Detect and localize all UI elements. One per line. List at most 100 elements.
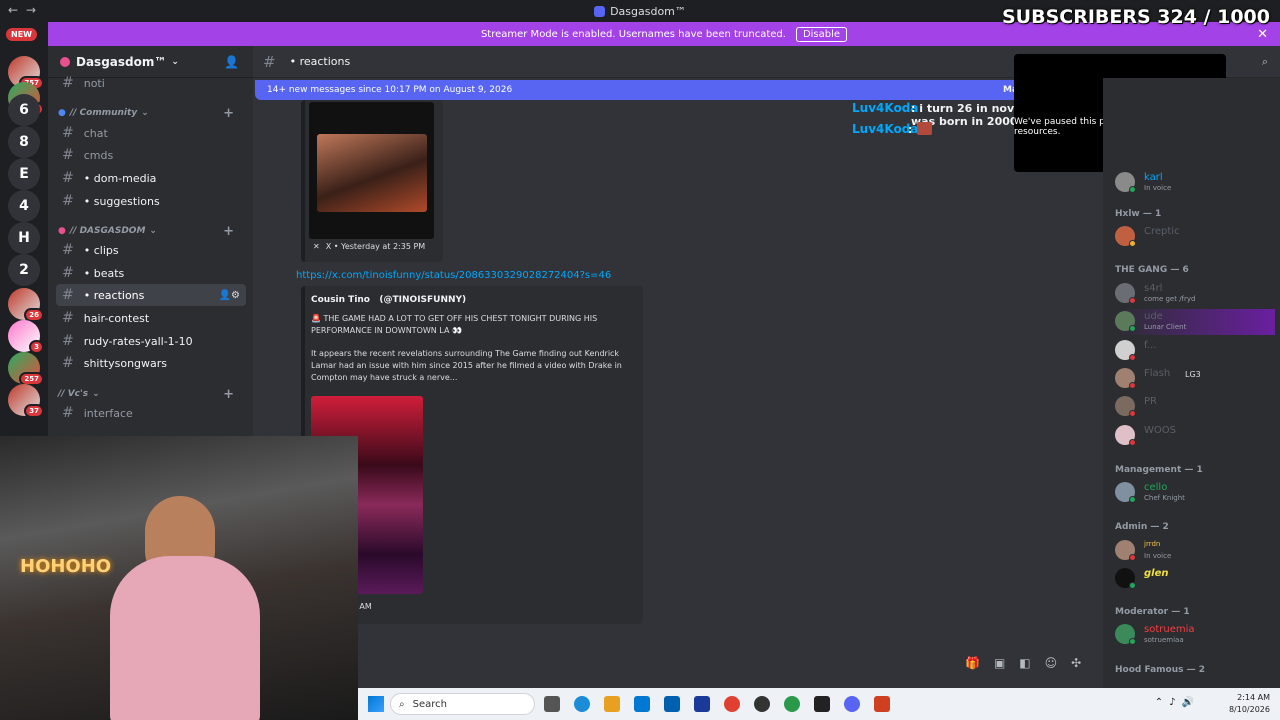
chrome-icon[interactable] [724,696,740,712]
sticker-icon[interactable]: ◧ [1019,656,1030,672]
invite-people-icon[interactable]: 👤 [224,55,239,69]
tweet-image[interactable] [309,102,434,239]
taskbar-search[interactable]: ⌕ Search [390,693,535,715]
ea-icon[interactable] [694,696,710,712]
edge-icon[interactable] [574,696,590,712]
member-item[interactable]: Flash LG3 [1115,366,1275,392]
category-vcs[interactable]: // Vc's ⌄ + [58,386,248,402]
member-item[interactable]: glen [1115,566,1275,592]
neon-sign: HOHOHO [20,556,112,577]
member-item[interactable]: cello Chef Knight [1115,480,1275,506]
terminal-icon[interactable] [814,696,830,712]
tweet-embed: ✕ X • Yesterday at 2:35 PM [301,100,443,262]
server-icon[interactable]: 26 [8,288,44,322]
explorer-icon[interactable] [604,696,620,712]
app-icon[interactable] [874,696,890,712]
category-dasgasdom[interactable]: ●// DASGASDOM ⌄ + [58,223,248,239]
add-channel-icon: + [223,223,234,239]
member-item[interactable]: f... [1115,338,1275,364]
emoji-icon[interactable]: ☺ [1045,656,1058,672]
embed-body: It appears the recent revelations surrou… [311,349,622,382]
apps-icon[interactable]: ✣ [1071,656,1081,672]
member-item[interactable]: ude Lunar Client [1115,309,1275,335]
member-item[interactable]: s4rl come get /fryd [1115,281,1275,307]
discord-app-icon [594,5,606,17]
channel-noti[interactable]: # noti [56,72,246,94]
task-view-icon[interactable] [544,696,560,712]
new-pill[interactable]: NEW [6,28,37,41]
channel-interface[interactable]: # interface [56,402,246,424]
member-item[interactable]: PR [1115,394,1275,420]
tweet-footer: ✕ X • Yesterday at 2:35 PM [313,242,426,251]
server-icon[interactable]: 2 [8,254,40,286]
hashtag-icon: # [62,310,74,326]
streamer-mode-message: Streamer Mode is enabled. Usernames have… [480,28,786,40]
member-item[interactable]: karl In voice [1115,170,1275,196]
add-channel-icon: + [223,105,234,121]
windows-start-icon[interactable] [368,696,384,712]
gift-icon[interactable]: 🎁 [965,656,980,672]
system-tray-icons[interactable]: ⌃♪🔊 [1155,697,1200,708]
taskbar-clock[interactable]: 2:14 AM 8/10/2026 [1229,692,1270,716]
channel-chat[interactable]: # chat [56,122,246,144]
channel-clips[interactable]: # • clips [56,239,246,261]
server-rail: NEW 757 877 6 8 E 4 H 2 26 3 257 37 [0,22,48,436]
server-name: Dasgasdom™ [76,54,167,69]
discord-icon[interactable] [844,696,860,712]
channel-settings-icons[interactable]: 👤⚙ [219,290,240,301]
channel-rudy-rates[interactable]: # rudy-rates-yall-1-10 [56,330,246,352]
hashtag-icon: # [62,193,74,209]
message-author[interactable]: Luv4Koda [852,101,918,115]
server-icon[interactable]: E [8,158,40,190]
role-header: Hood Famous — 2 [1115,665,1206,675]
mention-badge: 37 [24,404,44,418]
crown-icon: ● [58,226,66,236]
chat-messages: ✕ X • Yesterday at 2:35 PM https://x.com/… [253,85,1103,655]
channel-reactions[interactable]: # • reactions 👤⚙ [56,284,246,306]
search-icon: ⌕ [399,698,405,710]
channel-beats[interactable]: # • beats [56,262,246,284]
chrome-profile-icon[interactable] [784,696,800,712]
server-icon[interactable]: 4 [8,190,40,222]
server-icon[interactable]: 3 [8,320,44,354]
channel-shittysongwars[interactable]: # shittysongwars [56,352,246,374]
server-icon[interactable]: 6 [8,94,40,126]
server-icon[interactable]: 257 [8,352,44,386]
role-header: Moderator — 1 [1115,607,1190,617]
server-icon[interactable]: 37 [8,384,44,418]
x-logo-icon: ✕ [313,242,320,251]
hashtag-icon: # [62,125,74,141]
new-messages-bar[interactable]: 14+ new messages since 10:17 PM on Augus… [255,80,1035,100]
message-text: : [908,123,913,136]
obs-icon[interactable] [754,696,770,712]
server-icon[interactable]: H [8,222,40,254]
streamer-body [110,556,260,720]
hashtag-icon: # [62,355,74,371]
member-item[interactable]: Creptic [1115,224,1275,250]
embed-title: 🚨 THE GAME HAD A LOT TO GET OFF HIS CHES… [311,314,598,335]
embed-author[interactable]: Cousin Tino (@TINOISFUNNY) [311,295,466,305]
close-icon[interactable]: ✕ [1257,27,1268,42]
hashtag-icon: # [62,170,74,186]
gif-icon[interactable]: ▣ [994,656,1005,672]
member-item[interactable]: WOOS [1115,423,1275,449]
webcam-overlay: HOHOHO [0,436,358,720]
back-forward-icons[interactable]: ←→ [8,3,44,17]
chat-channel-name: reactions [299,55,351,68]
message-link[interactable]: https://x.com/tinoisfunny/status/2086330… [296,270,611,281]
channel-dom-media[interactable]: # • dom-media [56,167,246,189]
emoji-sticker[interactable] [917,122,932,135]
server-icon[interactable]: 8 [8,126,40,158]
member-item[interactable]: jrrdn In voice [1115,538,1275,564]
add-channel-icon: + [223,386,234,402]
role-header: THE GANG — 6 [1115,265,1189,275]
disable-streamer-mode-button[interactable]: Disable [795,26,848,42]
store-icon[interactable] [664,696,680,712]
channel-hair-contest[interactable]: # hair-contest [56,307,246,329]
outlook-icon[interactable] [634,696,650,712]
member-item[interactable]: sotruemia sotruemiaa [1115,622,1275,648]
channel-suggestions[interactable]: # • suggestions [56,190,246,212]
search-icon[interactable]: ⌕ [1262,55,1268,69]
channel-cmds[interactable]: # cmds [56,144,246,166]
category-community[interactable]: ●// Community ⌄ + [58,105,248,121]
